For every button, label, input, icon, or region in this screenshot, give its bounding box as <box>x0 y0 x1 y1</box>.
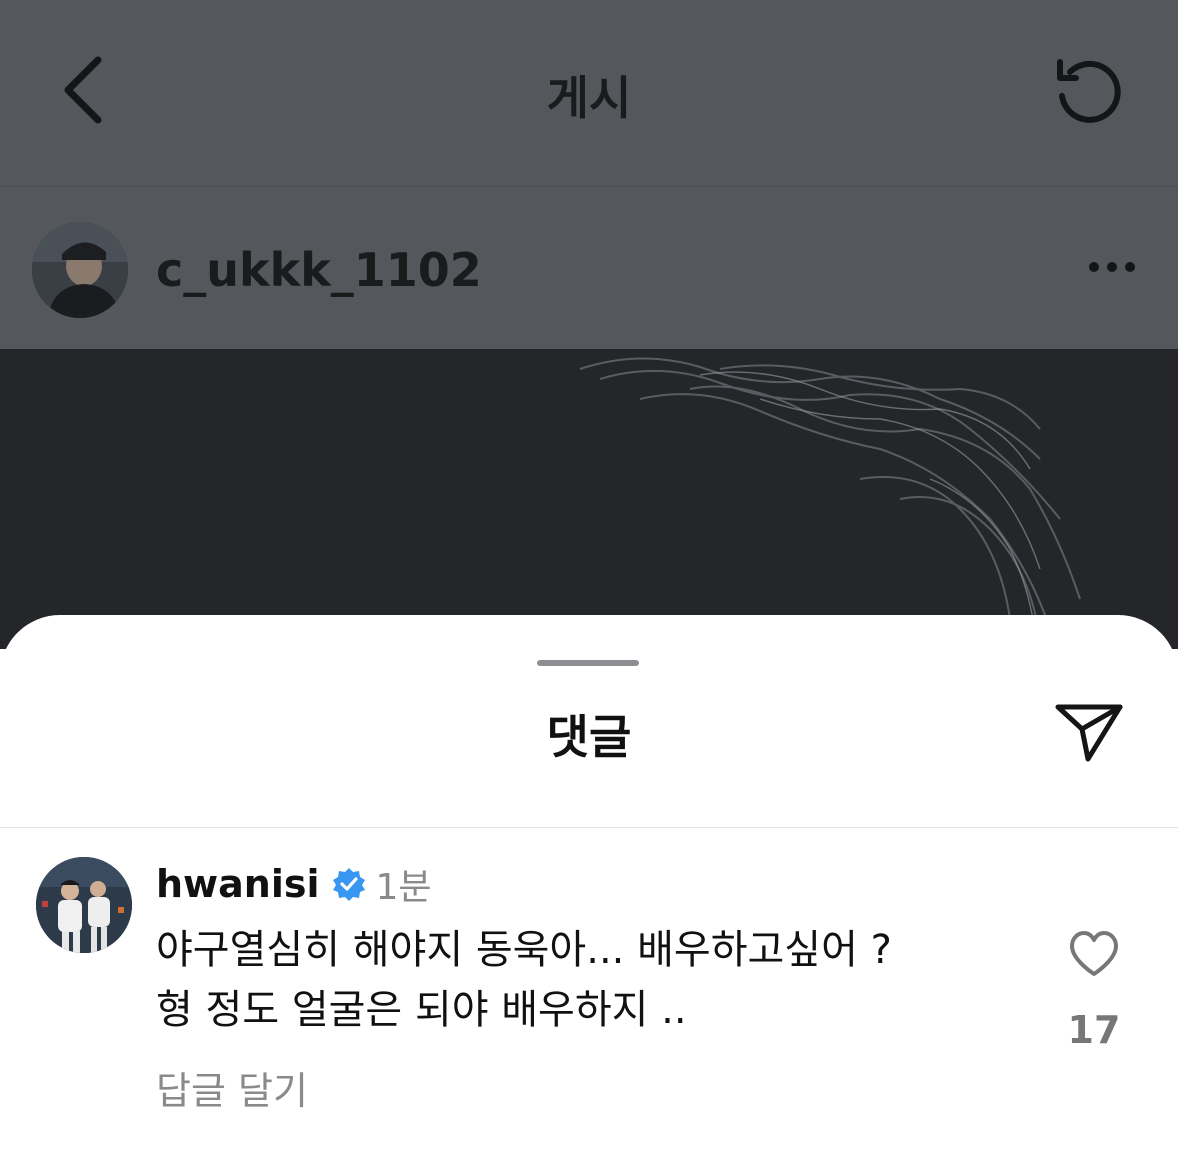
commenter-username[interactable]: hwanisi <box>156 862 320 906</box>
verified-badge-icon <box>332 868 365 901</box>
post-image[interactable] <box>0 349 1178 649</box>
author-avatar-image <box>32 222 128 318</box>
nav-bar: 게시 <box>0 0 1178 186</box>
like-count: 17 <box>1067 1008 1121 1052</box>
post-header: c_ukkk_1102 <box>0 187 1178 349</box>
heart-icon <box>1070 931 1118 976</box>
reply-button[interactable]: 답글 달기 <box>156 1060 308 1115</box>
drag-handle[interactable] <box>537 660 639 666</box>
more-horizontal-icon <box>1089 262 1135 272</box>
send-icon <box>1055 704 1123 762</box>
comment-text: 야구열심히 해야지 동욱아... 배우하고싶어 ? 형 정도 얼굴은 되야 배우… <box>156 920 1026 1040</box>
comment-timestamp: 1분 <box>375 867 432 908</box>
refresh-button[interactable] <box>1050 52 1130 132</box>
comment-text-line: 형 정도 얼굴은 되야 배우하지 .. <box>156 987 687 1033</box>
comment-meta: hwanisi 1분 <box>156 858 432 910</box>
sheet-title: 댓글 <box>546 710 632 764</box>
refresh-icon <box>1057 59 1121 123</box>
like-button[interactable] <box>1066 928 1122 980</box>
commenter-avatar[interactable] <box>36 857 132 953</box>
author-username[interactable]: c_ukkk_1102 <box>156 243 482 297</box>
comment-text-line: 야구열심히 해야지 동욱아... 배우하고싶어 ? <box>156 927 892 973</box>
post-view: 게시 c_ukkk_1102 <box>0 0 1178 349</box>
more-options-button[interactable] <box>1082 249 1142 285</box>
post-photo <box>579 357 1081 640</box>
comment-item: hwanisi 1분 야구열심히 해야지 동욱아... 배우하고싶어 ? 형 정… <box>0 828 1178 1128</box>
share-button[interactable] <box>1050 699 1128 765</box>
author-avatar[interactable] <box>32 222 128 318</box>
comments-sheet: 댓글 hwanisi 1분 야구열심히 해야지 동욱아... 배우하고싶어 ? … <box>0 615 1178 1161</box>
page-title: 게시 <box>546 71 632 125</box>
commenter-avatar-image <box>36 857 132 953</box>
